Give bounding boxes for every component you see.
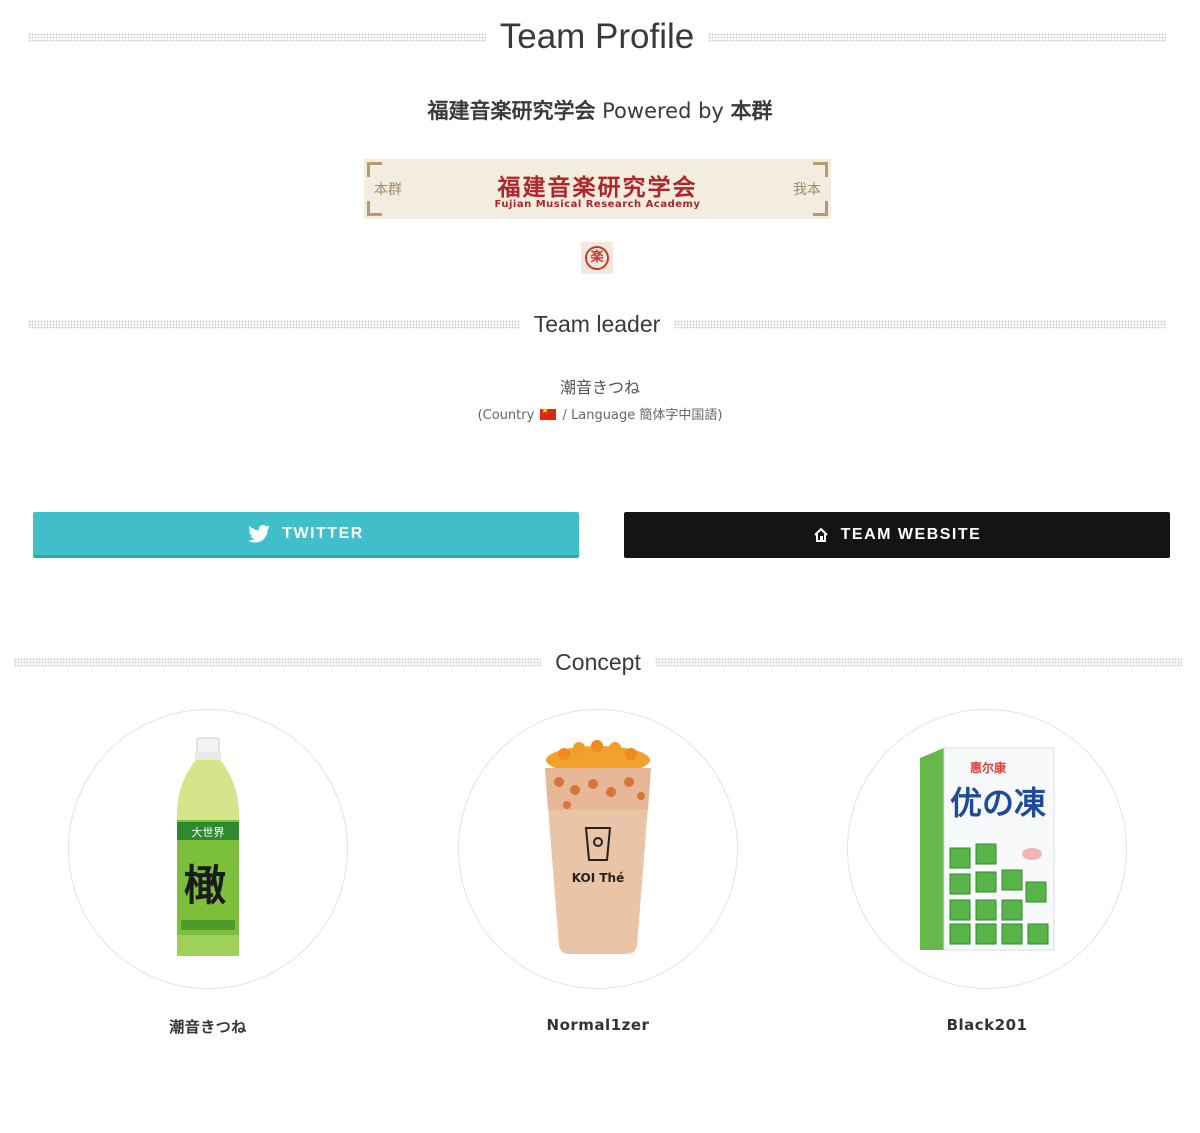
team-name: 福建音楽研究学会 (427, 99, 596, 123)
member-avatar[interactable]: 惠尔康 优の凍 (847, 709, 1127, 989)
team-profile-page: Team Profile 福建音楽研究学会 Powered by 本群 本群 我… (0, 0, 1200, 1133)
heading-rule-left (28, 32, 486, 42)
team-website-button-label: TEAM WEBSITE (840, 526, 982, 543)
concept-heading: Concept (14, 646, 1183, 678)
twitter-button[interactable]: TWITTER (33, 512, 579, 558)
leader-meta-suffix: / Language 簡体字中国語) (558, 408, 723, 423)
team-seal-icon: 楽 (581, 242, 613, 274)
home-icon (813, 527, 829, 543)
member-name[interactable]: Black201 (847, 1016, 1127, 1034)
member-card[interactable]: 大世界 橄 潮音きつね (68, 709, 348, 1037)
banner-title: 福建音楽研究学会 (497, 175, 698, 201)
koi-milk-tea-image: KOI Thé (545, 740, 651, 954)
banner-subtitle: Fujian Musical Research Academy (494, 199, 701, 210)
powered-by-name: 本群 (730, 99, 773, 123)
member-name[interactable]: Normal1zer (458, 1016, 738, 1034)
leader-meta: (Country / Language 簡体字中国語) (0, 404, 1200, 423)
green-tea-bottle-image: 大世界 橄 (177, 737, 239, 956)
twitter-button-label: TWITTER (282, 524, 364, 542)
leader-name: 潮音きつね (559, 378, 640, 397)
heading-rule-right (674, 319, 1167, 329)
svg-text:橄: 橄 (184, 861, 226, 910)
member-avatar[interactable]: 大世界 橄 (68, 709, 348, 989)
svg-text:大世界: 大世界 (192, 825, 225, 839)
powered-by-text: Powered by (595, 99, 731, 123)
concept-title: Concept (555, 648, 641, 675)
team-website-button[interactable]: TEAM WEBSITE (624, 512, 1170, 558)
svg-text:KOI Thé: KOI Thé (572, 871, 624, 885)
heading-rule-right (654, 657, 1183, 667)
member-card[interactable]: KOI Thé Normal1zer (458, 709, 738, 1034)
team-profile-title: Team Profile (499, 17, 695, 56)
twitter-bird-icon (248, 524, 271, 543)
team-leader-title: Team leader (533, 310, 661, 337)
member-avatar[interactable]: KOI Thé (458, 709, 738, 989)
china-flag-icon (540, 406, 557, 420)
team-subtitle: 福建音楽研究学会 Powered by 本群 (0, 95, 1200, 125)
team-profile-heading: Team Profile (28, 14, 1166, 60)
team-leader-heading: Team leader (28, 308, 1167, 340)
seal-glyph: 楽 (585, 246, 609, 270)
heading-rule-right (708, 32, 1166, 42)
team-banner: 本群 我本 福建音楽研究学会 Fujian Musical Research A… (364, 159, 831, 219)
svg-text:惠尔康: 惠尔康 (970, 760, 1007, 775)
member-card[interactable]: 惠尔康 优の凍 Black201 (847, 709, 1127, 1034)
heading-rule-left (14, 657, 542, 667)
svg-text:优の凍: 优の凍 (950, 784, 1046, 822)
member-name[interactable]: 潮音きつね (68, 1016, 348, 1037)
heading-rule-left (28, 319, 520, 329)
jelly-drink-carton-image: 惠尔康 优の凍 (920, 747, 1055, 951)
leader-meta-prefix: (Country (477, 408, 539, 423)
